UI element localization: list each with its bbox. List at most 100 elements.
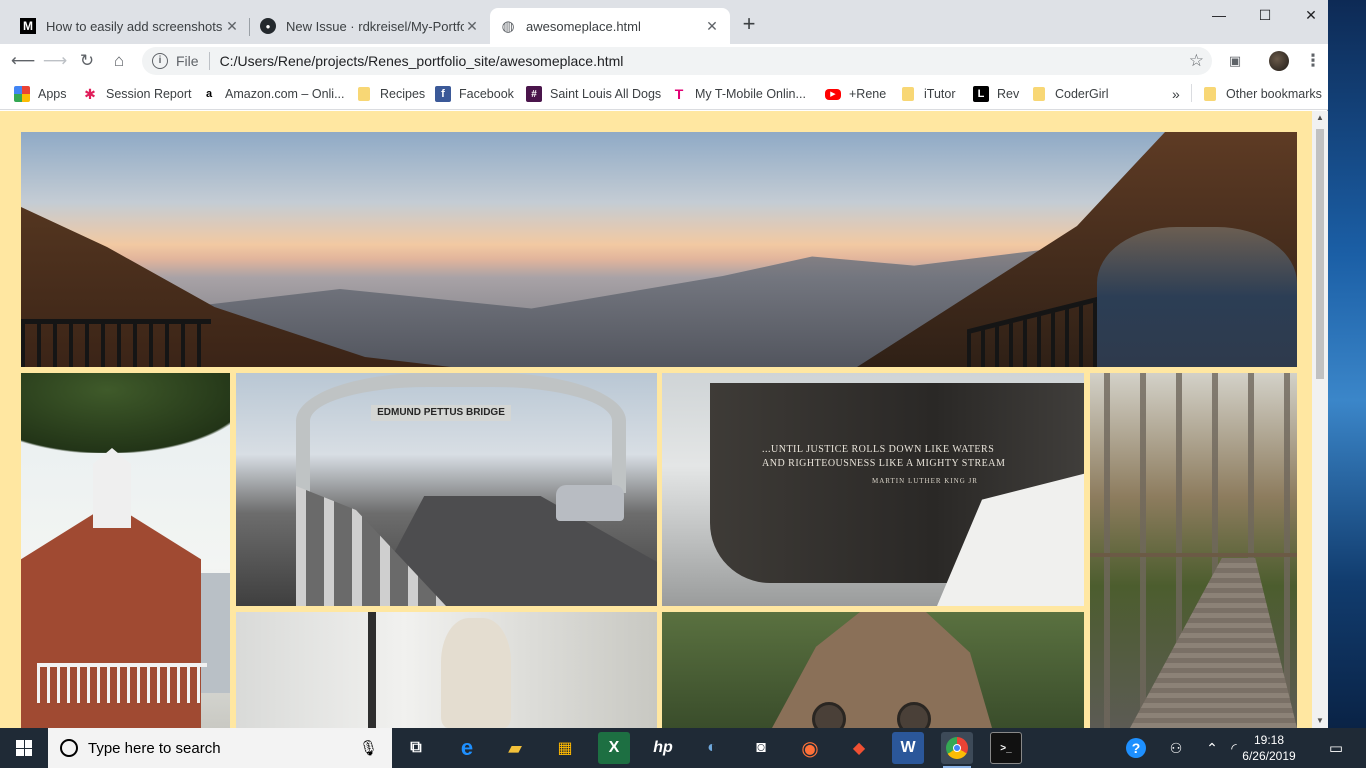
browser-toolbar: ⟵ ⟶ ↻ ⌂ i File C:/Users/Rene/projects/Re…	[0, 44, 1328, 78]
terminal-icon[interactable]: >_	[990, 732, 1022, 764]
menu-icon[interactable]: ⋮	[1300, 48, 1326, 74]
folder-icon	[358, 87, 370, 101]
bridge-photo: EDMUND PETTUS BRIDGE	[236, 373, 657, 606]
bridge-sign-text: EDMUND PETTUS BRIDGE	[371, 405, 511, 421]
firefox-icon[interactable]: ◉	[794, 732, 826, 764]
desktop-wallpaper	[1326, 0, 1366, 728]
bookmark-label: iTutor	[924, 87, 956, 101]
camera-icon[interactable]: ◙	[745, 732, 777, 764]
task-view-icon[interactable]: ⧉	[400, 732, 432, 764]
notifications-icon[interactable]: ▭	[1318, 728, 1354, 768]
close-tab-icon[interactable]: ✕	[704, 18, 720, 35]
tab-title: How to easily add screenshots in	[46, 18, 224, 34]
bookmark-label: Other bookmarks	[1226, 87, 1322, 101]
help-icon[interactable]: ?	[1122, 728, 1150, 768]
bookmark-recipes[interactable]: Recipes	[356, 84, 425, 104]
bookmarks-overflow-button[interactable]: »	[1172, 84, 1180, 104]
bookmark-label: Facebook	[459, 87, 514, 101]
url-text[interactable]: C:/Users/Rene/projects/Renes_portfolio_s…	[220, 53, 624, 69]
close-tab-icon[interactable]: ✕	[464, 18, 480, 35]
vertical-scrollbar[interactable]: ▲ ▼	[1312, 111, 1328, 728]
memorial-quote: ...UNTIL JUSTICE ROLLS DOWN LIKE WATERS …	[762, 443, 1012, 471]
system-clock[interactable]: 19:18 6/26/2019	[1240, 732, 1298, 764]
avatar[interactable]	[1266, 48, 1292, 74]
close-window-button[interactable]: ✕	[1288, 0, 1334, 32]
bookmark-label: +Rene	[849, 87, 887, 101]
bookmark-itutor[interactable]: iTutor	[900, 84, 956, 104]
amazon-icon: a	[205, 88, 213, 100]
tab-title: New Issue · rdkreisel/My-Portfolio	[286, 18, 464, 34]
github-logo-icon: ●	[260, 18, 276, 34]
excel-icon[interactable]: X	[598, 732, 630, 764]
chrome-icon[interactable]	[941, 732, 973, 768]
memorial-author: MARTIN LUTHER KING JR	[872, 477, 978, 485]
bookmark-codergirl[interactable]: CoderGirl	[1031, 84, 1109, 104]
bookmark-label: Session Report	[106, 87, 192, 101]
bookmark-amazon[interactable]: a Amazon.com – Onli...	[201, 84, 345, 104]
app-icon[interactable]: ◐	[696, 732, 728, 764]
bookmark-star-icon[interactable]: ☆	[1189, 51, 1204, 71]
microphone-icon[interactable]: 🎙	[359, 739, 378, 757]
tab-medium[interactable]: M How to easily add screenshots in ✕	[10, 8, 250, 44]
clock-date: 6/26/2019	[1242, 749, 1296, 763]
scroll-up-icon[interactable]: ▲	[1312, 111, 1328, 125]
chapel-photo	[662, 612, 1084, 728]
scroll-down-icon[interactable]: ▼	[1312, 714, 1328, 728]
people-icon[interactable]: ⚇	[1164, 728, 1188, 768]
edge-icon[interactable]: e	[451, 732, 483, 764]
page-viewport: EDMUND PETTUS BRIDGE ...UNTIL JUSTICE RO…	[0, 111, 1312, 728]
bookmark-label: Amazon.com – Onli...	[225, 87, 345, 101]
statue-photo	[236, 612, 657, 728]
hp-icon[interactable]: hp	[647, 732, 679, 764]
close-tab-icon[interactable]: ✕	[224, 18, 240, 35]
start-button[interactable]	[0, 728, 48, 768]
other-bookmarks[interactable]: Other bookmarks	[1202, 84, 1322, 104]
home-button[interactable]: ⌂	[106, 48, 132, 74]
tab-title: awesomeplace.html	[526, 18, 641, 34]
slack-icon: #	[526, 86, 542, 102]
scrollbar-thumb[interactable]	[1316, 129, 1324, 379]
folder-icon	[1033, 87, 1045, 101]
tab-awesomeplace[interactable]: ◍ awesomeplace.html ✕	[490, 8, 730, 44]
boardwalk-photo	[1090, 373, 1297, 728]
quote-line: AND RIGHTEOUSNESS LIKE A MIGHTY STREAM	[762, 458, 1006, 469]
taskbar: Type here to search 🎙 ⧉ e ▰ ▦ X hp ◐ ◙ ◉…	[0, 728, 1366, 768]
new-tab-button[interactable]: +	[738, 13, 760, 35]
bookmark-label: Apps	[38, 87, 67, 101]
maximize-button[interactable]: ☐	[1242, 0, 1288, 32]
apps-grid-icon	[14, 86, 30, 102]
forward-button[interactable]: ⟶	[42, 48, 68, 74]
bookmark-rene[interactable]: ▶ +Rene	[825, 84, 886, 104]
extension-icon[interactable]: ▣	[1222, 48, 1248, 74]
info-icon[interactable]: i	[152, 53, 168, 69]
divider	[208, 52, 210, 70]
clock-time: 19:18	[1253, 733, 1285, 747]
bookmark-rev[interactable]: L Rev	[973, 84, 1019, 104]
youtube-icon: ▶	[825, 88, 841, 100]
rev-icon: L	[973, 86, 989, 102]
quote-line: ...UNTIL JUSTICE ROLLS DOWN LIKE WATERS	[762, 444, 995, 455]
folder-icon	[1204, 87, 1216, 101]
tab-github[interactable]: ● New Issue · rdkreisel/My-Portfolio ✕	[250, 8, 490, 44]
git-icon[interactable]: ◆	[843, 732, 875, 764]
store-icon[interactable]: ▦	[549, 732, 581, 764]
bookmark-label: Saint Louis All Dogs	[550, 87, 662, 101]
bookmark-apps[interactable]: Apps	[14, 84, 67, 104]
file-explorer-icon[interactable]: ▰	[499, 732, 531, 764]
word-icon[interactable]: W	[892, 732, 924, 764]
bookmark-label: Rev	[997, 87, 1020, 101]
minimize-button[interactable]: —	[1196, 0, 1242, 32]
bookmark-saint-louis-all-dogs[interactable]: # Saint Louis All Dogs	[526, 84, 661, 104]
reload-button[interactable]: ↻	[74, 48, 100, 74]
chevron-up-icon[interactable]: ⌃	[1202, 728, 1222, 768]
bookmark-session-report[interactable]: ✱ Session Report	[82, 84, 191, 104]
medium-logo-icon: M	[20, 18, 36, 34]
address-bar[interactable]: i File C:/Users/Rene/projects/Renes_port…	[142, 47, 1212, 75]
back-button[interactable]: ⟵	[10, 48, 36, 74]
bookmark-facebook[interactable]: f Facebook	[435, 84, 514, 104]
bookmark-label: My T-Mobile Onlin...	[695, 87, 806, 101]
taskbar-search[interactable]: Type here to search 🎙	[48, 728, 392, 768]
bookmark-label: Recipes	[380, 87, 426, 101]
bookmark-tmobile[interactable]: T My T-Mobile Onlin...	[671, 84, 806, 104]
church-photo	[21, 373, 230, 728]
